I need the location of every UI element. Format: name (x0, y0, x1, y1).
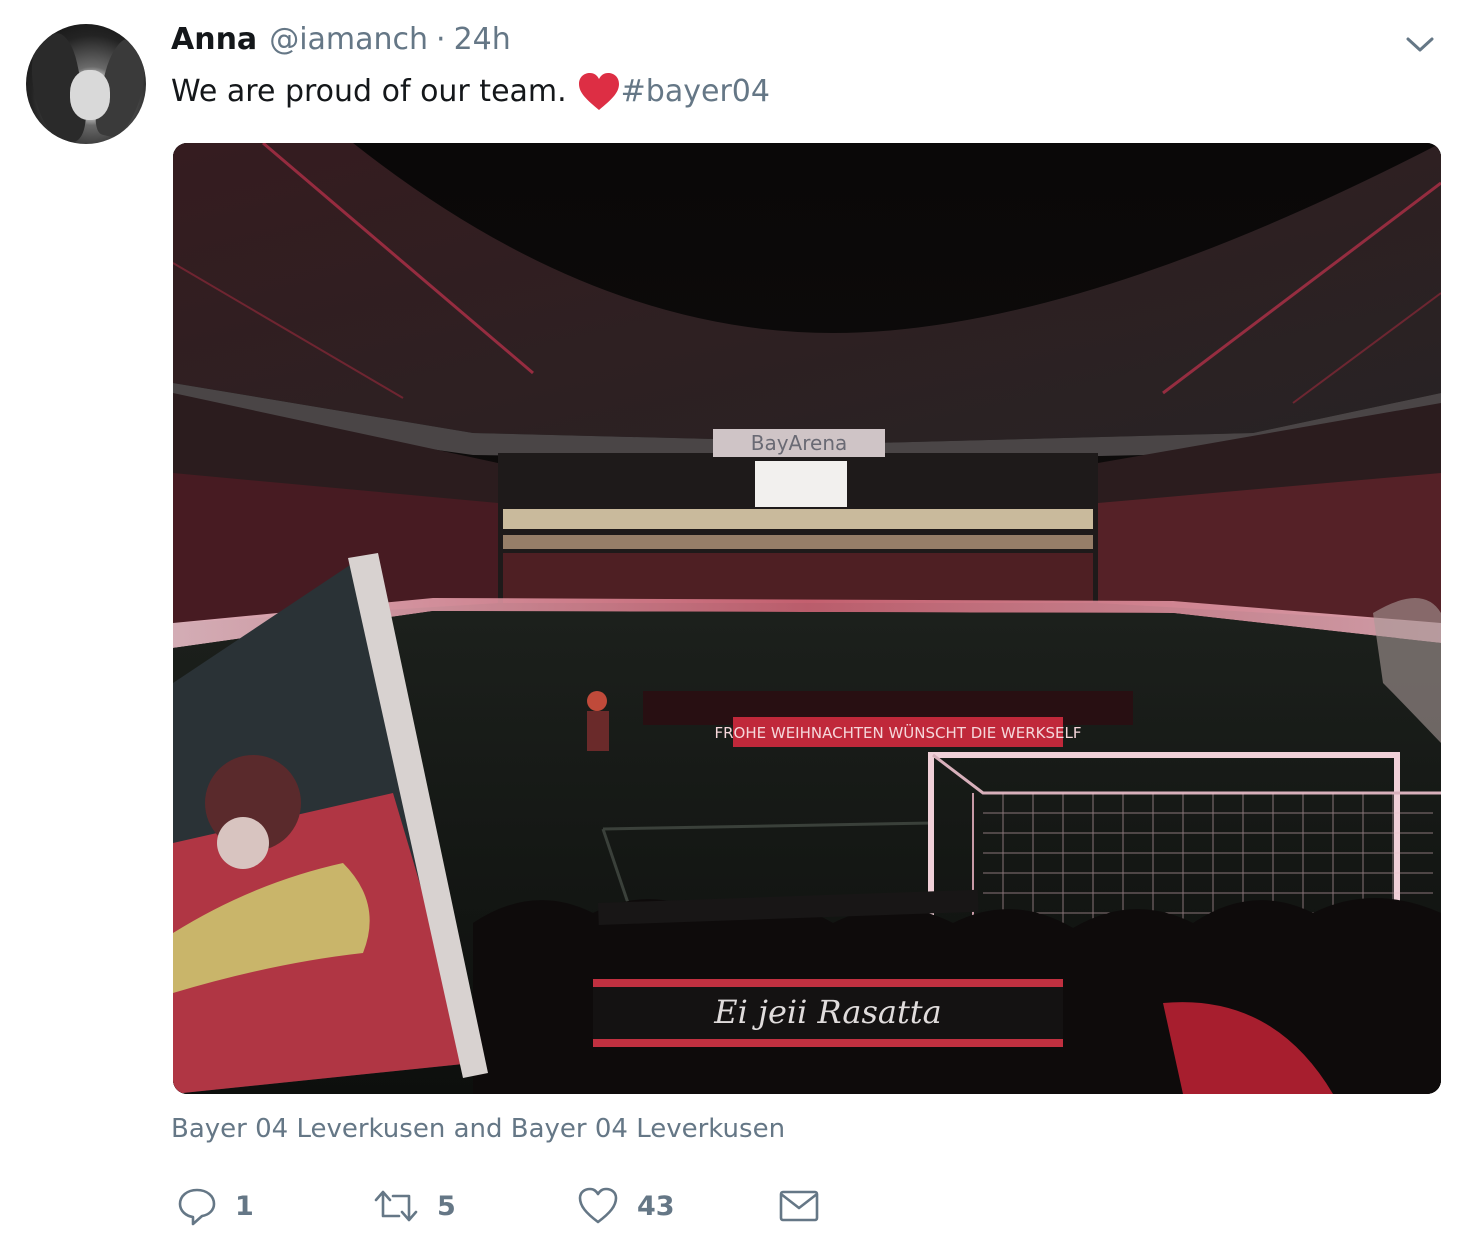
retweet-button[interactable]: 5 (373, 1178, 456, 1234)
retweet-count: 5 (437, 1190, 456, 1222)
scoreboard (755, 461, 847, 507)
like-button[interactable]: 43 (577, 1178, 675, 1234)
retweet-icon (374, 1190, 418, 1222)
avatar-face (70, 70, 110, 120)
tweet-text: We are proud of our team. #bayer04 (171, 70, 770, 114)
chevron-down-icon[interactable] (1404, 30, 1436, 58)
tweet-header: Anna @iamanch · 24h (171, 22, 511, 62)
tweet-actions: 1 5 43 (171, 1178, 971, 1234)
red-heart-emoji-icon (577, 72, 621, 112)
red-seats-far (503, 553, 1093, 603)
reply-button[interactable]: 1 (177, 1178, 254, 1234)
tweet-timestamp[interactable]: 24h (454, 22, 511, 57)
envelope-icon (779, 1190, 819, 1222)
reply-icon (178, 1188, 216, 1226)
hashtag-link[interactable]: #bayer04 (621, 70, 770, 114)
author-handle[interactable]: @iamanch (269, 22, 428, 57)
reply-count: 1 (235, 1190, 254, 1222)
tweet-location[interactable]: Bayer 04 Leverkusen and Bayer 04 Leverku… (171, 1114, 785, 1144)
tweet-body: We are proud of our team. (171, 74, 567, 109)
like-count: 43 (637, 1190, 675, 1222)
lit-boxes (503, 509, 1093, 529)
christmas-banner-text: FROHE WEIHNACHTEN WÜNSCHT DIE WERKSELF (714, 723, 1081, 742)
tweet-photo[interactable]: BayArena FROHE WEIHNACHTEN WÜNSCHT DIE W… (173, 143, 1441, 1094)
header-separator: · (436, 22, 446, 57)
direct-message-button[interactable] (777, 1178, 821, 1234)
scarf-text: Ei jeii Rasatta (713, 993, 941, 1031)
author-avatar[interactable] (26, 24, 146, 144)
fan-scarf: Ei jeii Rasatta (593, 979, 1063, 1047)
stadium-sign: BayArena (751, 431, 848, 455)
heart-icon (578, 1187, 618, 1224)
author-name[interactable]: Anna (171, 22, 257, 57)
